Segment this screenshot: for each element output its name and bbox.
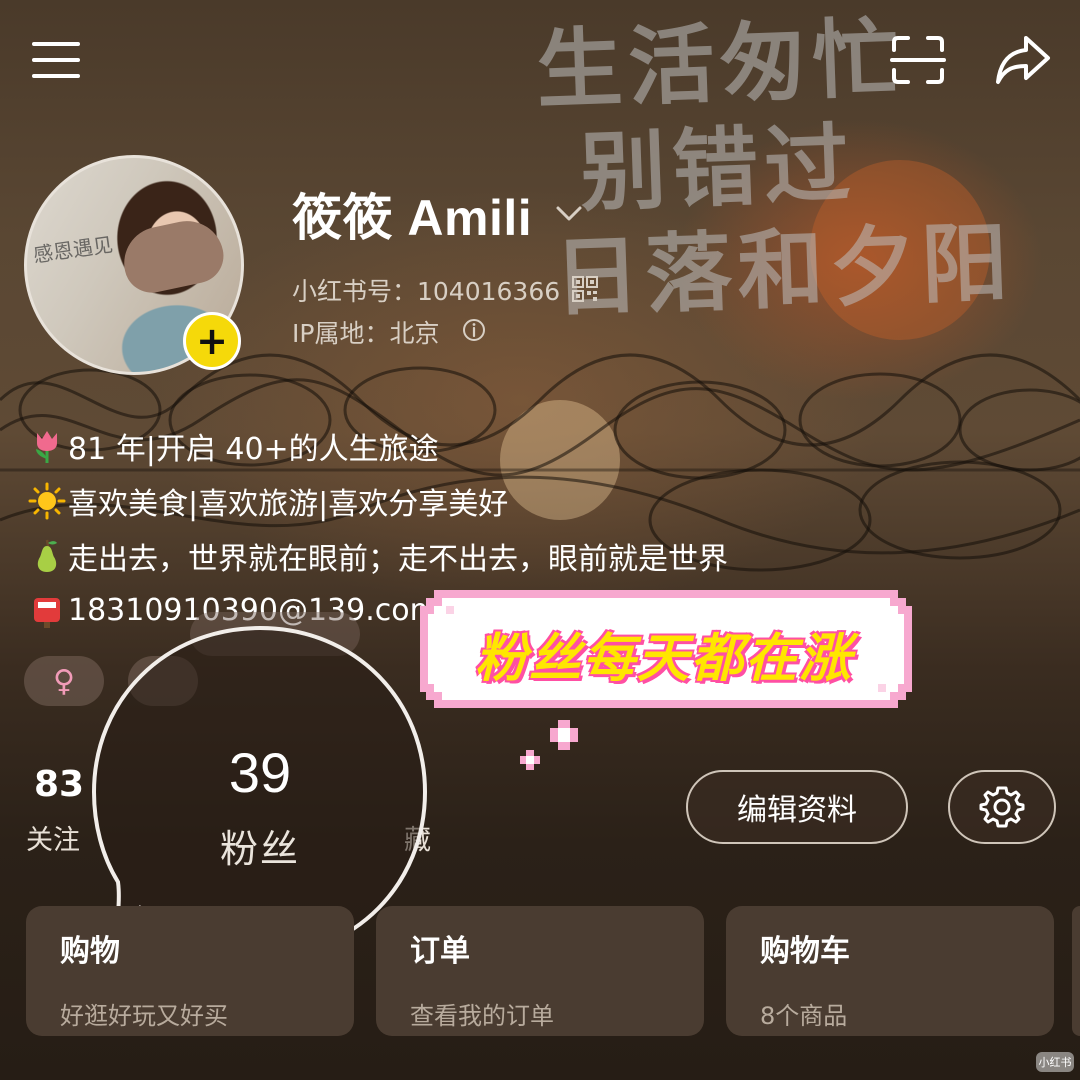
fans-label[interactable]: 粉丝: [190, 818, 330, 873]
card-subtitle: 8个商品: [760, 1002, 848, 1030]
share-icon[interactable]: [994, 32, 1052, 88]
user-id: 小红书号：104016366: [292, 277, 561, 306]
sun-icon: [28, 482, 66, 519]
follow-count[interactable]: 83: [34, 764, 84, 805]
banner-text: 粉丝每天都在涨: [474, 629, 853, 689]
settings-button[interactable]: [948, 770, 1056, 844]
cart-card[interactable]: 购物车 8个商品: [726, 906, 1054, 1036]
calligraphy-line: 日落和夕阳: [552, 211, 1016, 329]
pear-icon: [37, 539, 57, 572]
tulip-icon: [36, 430, 57, 463]
profile-screen: 生活匆忙 别错过 日落和夕阳 感恩遇见 + 筱筱 Amili 小红书号：1040…: [0, 0, 1080, 1080]
card-title: 购物: [60, 934, 120, 969]
add-avatar-button[interactable]: +: [183, 312, 241, 370]
female-icon: ♀: [53, 663, 75, 699]
avatar-photo-detail: [117, 214, 229, 298]
qrcode-icon[interactable]: [572, 276, 598, 302]
next-card-peek[interactable]: [1072, 906, 1080, 1036]
profile-name: 筱筱 Amili: [292, 190, 533, 246]
card-title: 购物车: [760, 934, 850, 969]
mailbox-icon: [34, 597, 60, 628]
card-title: 订单: [410, 934, 470, 969]
chevron-down-icon[interactable]: [552, 196, 586, 230]
menu-icon[interactable]: [30, 38, 82, 82]
info-icon[interactable]: [462, 318, 486, 342]
gear-icon: [979, 786, 1025, 828]
bio-line: 喜欢美食|喜欢旅游|喜欢分享美好: [28, 473, 728, 528]
bio-line: 81 年|开启 40+的人生旅途: [28, 418, 728, 473]
bio-text: 走出去，世界就在眼前；走不出去，眼前就是世界: [68, 541, 728, 577]
ip-location: IP属地：北京: [292, 319, 440, 348]
scan-icon[interactable]: [890, 34, 946, 86]
edit-profile-button[interactable]: 编辑资料: [686, 770, 908, 844]
shopping-card[interactable]: 购物 好逛好玩又好买: [26, 906, 354, 1036]
sparkle-icon: [520, 720, 578, 770]
bio-line: 走出去，世界就在眼前；走不出去，眼前就是世界: [28, 528, 728, 583]
card-subtitle: 查看我的订单: [410, 1002, 554, 1030]
orders-card[interactable]: 订单 查看我的订单: [376, 906, 704, 1036]
fans-count[interactable]: 39: [190, 740, 330, 805]
bio-text: 81 年|开启 40+的人生旅途: [68, 431, 439, 467]
bio-text: 喜欢美食|喜欢旅游|喜欢分享美好: [68, 486, 509, 522]
calligraphy-line: 生活匆忙: [534, 7, 907, 122]
avatar-handwriting: 感恩遇见: [31, 232, 115, 268]
calligraphy-line: 别错过: [578, 113, 858, 224]
watermark: 小红书: [1036, 1052, 1074, 1072]
edit-profile-label: 编辑资料: [737, 793, 857, 828]
card-subtitle: 好逛好玩又好买: [60, 1002, 228, 1030]
follow-label[interactable]: 关注: [26, 818, 80, 857]
